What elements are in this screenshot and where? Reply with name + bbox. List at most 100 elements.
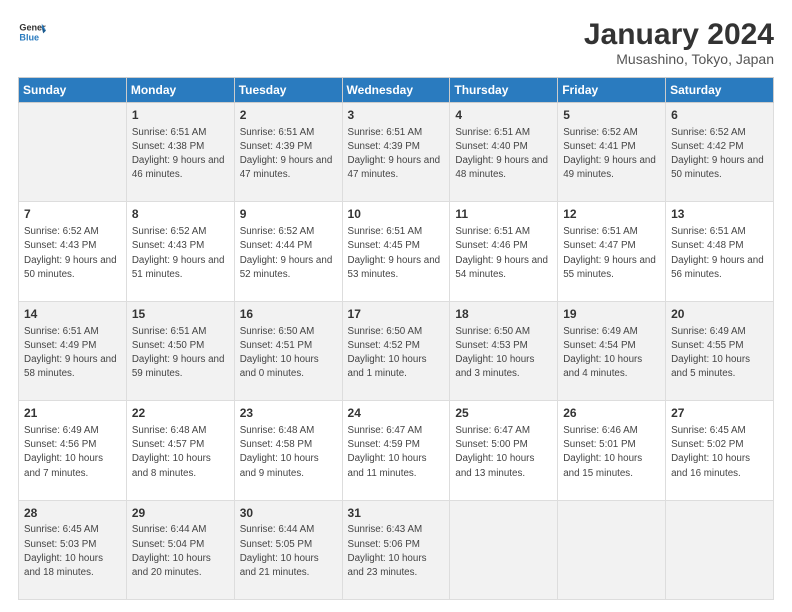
day-number: 15 [132,306,229,323]
calendar-cell: 11Sunrise: 6:51 AMSunset: 4:46 PMDayligh… [450,202,558,301]
calendar-cell: 15 Sunrise: 6:51 AMSunset: 4:50 PMDayligh… [126,301,234,400]
logo-icon: General Blue [18,18,46,46]
weekday-header-monday: Monday [126,78,234,103]
day-info: Sunrise: 6:51 AMSunset: 4:45 PMDaylight:… [348,225,445,282]
weekday-header-thursday: Thursday [450,78,558,103]
day-number: 11 [455,206,552,223]
day-number: 22 [132,405,229,422]
calendar-cell [450,500,558,599]
calendar-cell: 31Sunrise: 6:43 AMSunset: 5:06 PMDayligh… [342,500,450,599]
week-row-3: 21 Sunrise: 6:49 AMSunset: 4:56 PMDayligh… [19,401,774,500]
calendar-cell: 21 Sunrise: 6:49 AMSunset: 4:56 PMDayligh… [19,401,127,500]
calendar-cell: 6 Sunrise: 6:52 AMSunset: 4:42 PMDaylight… [666,103,774,202]
day-number: 8 [132,206,229,223]
weekday-header-row: SundayMondayTuesdayWednesdayThursdayFrid… [19,78,774,103]
calendar-cell: 23Sunrise: 6:48 AMSunset: 4:58 PMDayligh… [234,401,342,500]
calendar-cell [558,500,666,599]
calendar-cell: 3 Sunrise: 6:51 AMSunset: 4:39 PMDaylight… [342,103,450,202]
week-row-0: 1 Sunrise: 6:51 AMSunset: 4:38 PMDaylight… [19,103,774,202]
weekday-header-tuesday: Tuesday [234,78,342,103]
day-number: 25 [455,405,552,422]
day-number: 26 [563,405,660,422]
calendar-cell: 2Sunrise: 6:51 AMSunset: 4:39 PMDaylight… [234,103,342,202]
weekday-header-sunday: Sunday [19,78,127,103]
calendar-cell: 22 Sunrise: 6:48 AMSunset: 4:57 PMDayligh… [126,401,234,500]
day-number: 17 [348,306,445,323]
day-info: Sunrise: 6:50 AMSunset: 4:51 PMDaylight:… [240,325,337,382]
calendar-cell: 20 Sunrise: 6:49 AMSunset: 4:55 PMDayligh… [666,301,774,400]
day-number: 23 [240,405,337,422]
day-number: 14 [24,306,121,323]
day-number: 16 [240,306,337,323]
calendar-cell: 19 Sunrise: 6:49 AMSunset: 4:54 PMDayligh… [558,301,666,400]
calendar-cell: 16 Sunrise: 6:50 AMSunset: 4:51 PMDayligh… [234,301,342,400]
weekday-header-wednesday: Wednesday [342,78,450,103]
calendar-cell: 1 Sunrise: 6:51 AMSunset: 4:38 PMDaylight… [126,103,234,202]
day-info: Sunrise: 6:52 AMSunset: 4:42 PMDaylight:… [671,126,768,183]
day-number: 29 [132,505,229,522]
calendar-cell: 30Sunrise: 6:44 AMSunset: 5:05 PMDayligh… [234,500,342,599]
day-info: Sunrise: 6:52 AMSunset: 4:44 PMDaylight:… [240,225,337,282]
day-info: Sunrise: 6:45 AMSunset: 5:03 PMDaylight:… [24,523,121,580]
weekday-header-friday: Friday [558,78,666,103]
title-block: January 2024 Musashino, Tokyo, Japan [584,18,774,67]
day-number: 28 [24,505,121,522]
day-number: 24 [348,405,445,422]
header: General Blue January 2024 Musashino, Tok… [18,18,774,67]
calendar-cell: 12 Sunrise: 6:51 AMSunset: 4:47 PMDayligh… [558,202,666,301]
day-info: Sunrise: 6:51 AMSunset: 4:38 PMDaylight:… [132,126,229,183]
calendar-cell: 10 Sunrise: 6:51 AMSunset: 4:45 PMDayligh… [342,202,450,301]
page: General Blue January 2024 Musashino, Tok… [0,0,792,612]
day-info: Sunrise: 6:49 AMSunset: 4:55 PMDaylight:… [671,325,768,382]
day-number: 31 [348,505,445,522]
week-row-2: 14Sunrise: 6:51 AMSunset: 4:49 PMDayligh… [19,301,774,400]
day-info: Sunrise: 6:49 AMSunset: 4:56 PMDaylight:… [24,424,121,481]
day-info: Sunrise: 6:48 AMSunset: 4:57 PMDaylight:… [132,424,229,481]
day-info: Sunrise: 6:51 AMSunset: 4:40 PMDaylight:… [455,126,552,183]
day-info: Sunrise: 6:44 AMSunset: 5:05 PMDaylight:… [240,523,337,580]
day-number: 21 [24,405,121,422]
day-number: 19 [563,306,660,323]
calendar-cell: 18 Sunrise: 6:50 AMSunset: 4:53 PMDayligh… [450,301,558,400]
calendar-cell [19,103,127,202]
calendar-cell: 26Sunrise: 6:46 AMSunset: 5:01 PMDayligh… [558,401,666,500]
day-number: 2 [240,107,337,124]
day-info: Sunrise: 6:44 AMSunset: 5:04 PMDaylight:… [132,523,229,580]
day-number: 20 [671,306,768,323]
day-info: Sunrise: 6:47 AMSunset: 5:00 PMDaylight:… [455,424,552,481]
calendar-cell [666,500,774,599]
day-number: 3 [348,107,445,124]
calendar-cell: 28Sunrise: 6:45 AMSunset: 5:03 PMDayligh… [19,500,127,599]
day-info: Sunrise: 6:50 AMSunset: 4:53 PMDaylight:… [455,325,552,382]
day-number: 27 [671,405,768,422]
day-number: 18 [455,306,552,323]
calendar-cell: 8Sunrise: 6:52 AMSunset: 4:43 PMDaylight… [126,202,234,301]
calendar-cell: 13Sunrise: 6:51 AMSunset: 4:48 PMDayligh… [666,202,774,301]
day-number: 12 [563,206,660,223]
day-number: 9 [240,206,337,223]
weekday-header-saturday: Saturday [666,78,774,103]
calendar-cell: 9 Sunrise: 6:52 AMSunset: 4:44 PMDaylight… [234,202,342,301]
day-number: 6 [671,107,768,124]
svg-text:Blue: Blue [19,32,39,42]
day-number: 1 [132,107,229,124]
day-info: Sunrise: 6:51 AMSunset: 4:39 PMDaylight:… [348,126,445,183]
day-info: Sunrise: 6:50 AMSunset: 4:52 PMDaylight:… [348,325,445,382]
day-number: 4 [455,107,552,124]
calendar-cell: 7Sunrise: 6:52 AMSunset: 4:43 PMDaylight… [19,202,127,301]
day-info: Sunrise: 6:49 AMSunset: 4:54 PMDaylight:… [563,325,660,382]
day-info: Sunrise: 6:45 AMSunset: 5:02 PMDaylight:… [671,424,768,481]
day-number: 30 [240,505,337,522]
week-row-4: 28Sunrise: 6:45 AMSunset: 5:03 PMDayligh… [19,500,774,599]
calendar-body: 1 Sunrise: 6:51 AMSunset: 4:38 PMDaylight… [19,103,774,600]
day-number: 10 [348,206,445,223]
day-info: Sunrise: 6:51 AMSunset: 4:48 PMDaylight:… [671,225,768,282]
day-info: Sunrise: 6:51 AMSunset: 4:50 PMDaylight:… [132,325,229,382]
day-info: Sunrise: 6:52 AMSunset: 4:41 PMDaylight:… [563,126,660,183]
day-number: 5 [563,107,660,124]
day-info: Sunrise: 6:47 AMSunset: 4:59 PMDaylight:… [348,424,445,481]
week-row-1: 7Sunrise: 6:52 AMSunset: 4:43 PMDaylight… [19,202,774,301]
calendar-cell: 24 Sunrise: 6:47 AMSunset: 4:59 PMDayligh… [342,401,450,500]
day-info: Sunrise: 6:43 AMSunset: 5:06 PMDaylight:… [348,523,445,580]
day-info: Sunrise: 6:51 AMSunset: 4:47 PMDaylight:… [563,225,660,282]
